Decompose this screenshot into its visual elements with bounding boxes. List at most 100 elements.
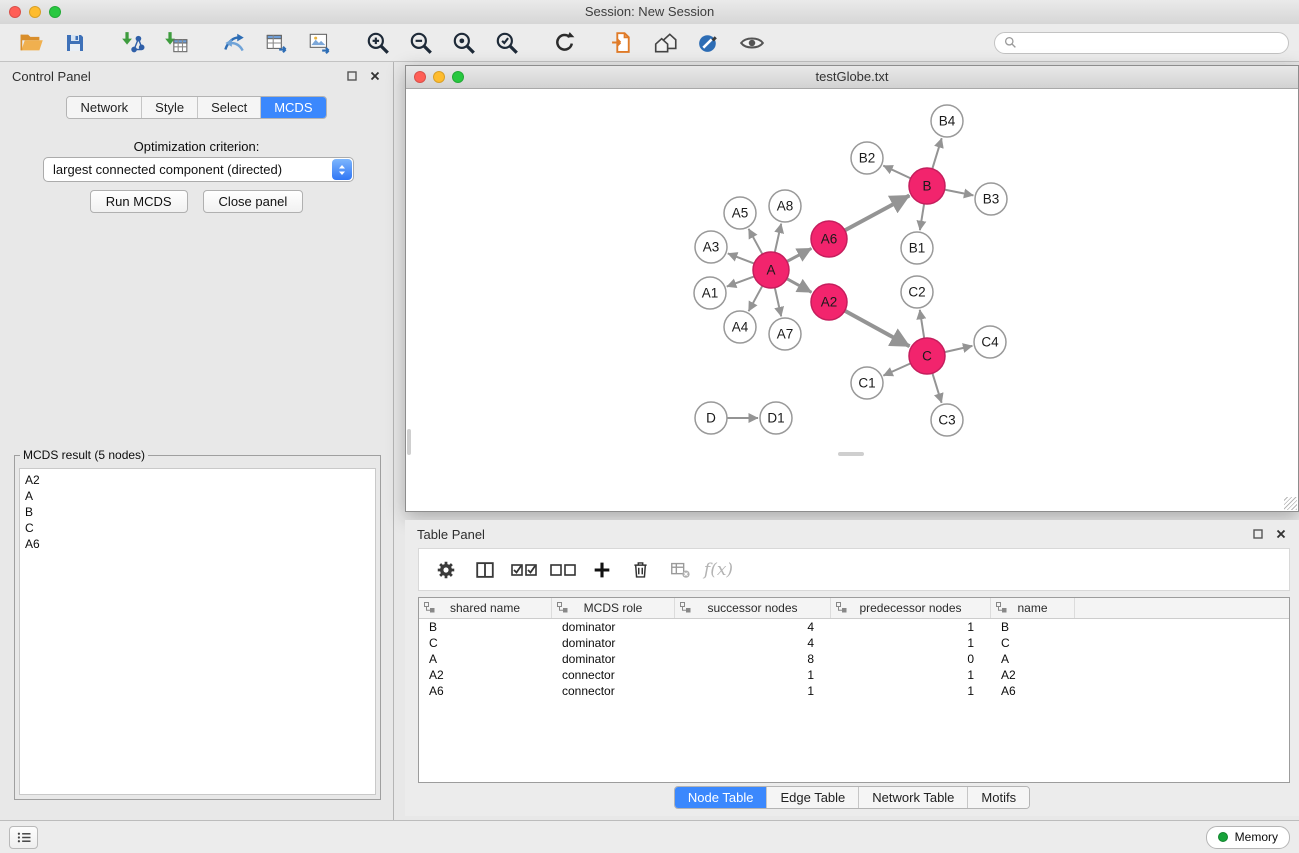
tab-select[interactable]: Select [198,97,261,118]
save-session-button[interactable] [53,28,96,58]
tab-style[interactable]: Style [142,97,198,118]
graph-node-A3[interactable]: A3 [695,231,727,263]
graph-node-C[interactable]: C [909,338,945,374]
graph-node-D1[interactable]: D1 [760,402,792,434]
graph-node-B4[interactable]: B4 [931,105,963,137]
column-header-name[interactable]: name [991,598,1075,618]
zoom-fit-button[interactable] [442,28,485,58]
graph-node-B[interactable]: B [909,168,945,204]
graph-edge-C-C4[interactable] [945,346,973,352]
graph-node-B2[interactable]: B2 [851,142,883,174]
mcds-result-item[interactable]: A2 [25,472,370,488]
add-column-button[interactable] [583,554,620,585]
import-table-button[interactable] [154,28,197,58]
export-network-button[interactable] [212,28,255,58]
graph-node-B1[interactable]: B1 [901,232,933,264]
table-row[interactable]: Adominator80A [419,651,1289,667]
graph-node-C2[interactable]: C2 [901,276,933,308]
graph-node-A[interactable]: A [753,252,789,288]
apply-layout-button[interactable] [543,28,586,58]
mcds-result-item[interactable]: B [25,504,370,520]
delete-column-button[interactable] [622,554,659,585]
graph-edge-B-B4[interactable] [932,138,941,169]
graph-node-B3[interactable]: B3 [975,183,1007,215]
show-columns-button[interactable] [466,554,503,585]
tab-network-table[interactable]: Network Table [859,787,968,808]
window-resize-grip[interactable] [1284,497,1297,510]
tab-edge-table[interactable]: Edge Table [767,787,859,808]
select-all-button[interactable] [505,554,542,585]
graph-node-A2[interactable]: A2 [811,284,847,320]
table-row[interactable]: A2connector11A2 [419,667,1289,683]
graph-edge-A-A5[interactable] [749,229,763,254]
zoom-selected-button[interactable] [485,28,528,58]
graph-node-C3[interactable]: C3 [931,404,963,436]
graph-edge-B-B3[interactable] [945,190,974,196]
zoom-in-button[interactable] [356,28,399,58]
graph-node-A1[interactable]: A1 [694,277,726,309]
graph-edge-A-A1[interactable] [727,276,754,286]
network-canvas[interactable]: A A1 A2 A3 A4 A5 A6 A7 A8 B B1 B2 B3 B4 C C1 C2 C3 C4 D D1 [406,89,1298,511]
close-table-panel-button[interactable] [1274,528,1287,541]
export-image-button[interactable] [298,28,341,58]
close-panel-button[interactable] [368,70,381,83]
table-row[interactable]: A6connector11A6 [419,683,1289,699]
graph-edge-A6-B[interactable] [845,196,910,231]
graph-edge-A-A2[interactable] [787,279,812,293]
tab-motifs[interactable]: Motifs [968,787,1029,808]
graph-edge-A-A7[interactable] [775,288,781,317]
graph-node-A8[interactable]: A8 [769,190,801,222]
table-settings-button[interactable] [427,554,464,585]
graph-edge-A-A4[interactable] [749,286,763,311]
memory-button[interactable]: Memory [1206,826,1290,849]
import-network-button[interactable] [111,28,154,58]
zoom-out-button[interactable] [399,28,442,58]
graph-node-D[interactable]: D [695,402,727,434]
search-input[interactable] [1023,35,1279,51]
graph-edge-A2-C[interactable] [845,311,910,347]
function-builder-button[interactable]: f(x) [700,554,737,585]
graph-node-A4[interactable]: A4 [724,311,756,343]
mcds-result-item[interactable]: A [25,488,370,504]
mcds-result-item[interactable]: A6 [25,536,370,552]
graph-edge-B-B2[interactable] [883,166,910,179]
tab-network[interactable]: Network [67,97,142,118]
column-header-successor-nodes[interactable]: successor nodes [675,598,831,618]
table-row[interactable]: Bdominator41B [419,619,1289,635]
search-field[interactable] [994,32,1289,54]
show-hide-details-button[interactable] [730,28,773,58]
graph-edge-C-C3[interactable] [932,373,941,403]
table-row[interactable]: Cdominator41C [419,635,1289,651]
graph-node-C4[interactable]: C4 [974,326,1006,358]
graph-edge-B-B1[interactable] [920,204,924,230]
column-header-shared-name[interactable]: shared name [419,598,552,618]
splitter-grip-horizontal[interactable] [838,452,864,456]
graph-edge-C-C2[interactable] [920,310,924,338]
network-window-titlebar[interactable]: testGlobe.txt [406,66,1298,89]
float-table-panel-button[interactable] [1251,528,1264,541]
run-mcds-button[interactable]: Run MCDS [90,190,188,213]
float-panel-button[interactable] [345,70,358,83]
mcds-result-list[interactable]: A2ABCA6 [19,468,376,795]
home-button[interactable] [644,28,687,58]
column-header-predecessor-nodes[interactable]: predecessor nodes [831,598,991,618]
graph-edge-A-A3[interactable] [728,253,754,263]
graph-node-A7[interactable]: A7 [769,318,801,350]
network-overview-button[interactable] [601,28,644,58]
open-session-button[interactable] [10,28,53,58]
graph-node-C1[interactable]: C1 [851,367,883,399]
network-graph-svg[interactable]: A A1 A2 A3 A4 A5 A6 A7 A8 B B1 B2 B3 B4 C C1 C2 C3 C4 D D1 [406,89,1298,511]
delete-table-button[interactable] [661,554,698,585]
graph-node-A6[interactable]: A6 [811,221,847,257]
graphics-details-button[interactable] [687,28,730,58]
column-header-MCDS-role[interactable]: MCDS role [552,598,675,618]
export-table-button[interactable] [255,28,298,58]
graph-edge-C-C1[interactable] [883,363,910,375]
tab-node-table[interactable]: Node Table [675,787,768,808]
task-history-button[interactable] [9,826,38,849]
graph-node-A5[interactable]: A5 [724,197,756,229]
graph-edge-A-A6[interactable] [787,248,812,261]
unselect-all-button[interactable] [544,554,581,585]
splitter-grip[interactable] [407,429,411,455]
criterion-dropdown[interactable]: largest connected component (directed) [43,157,354,182]
